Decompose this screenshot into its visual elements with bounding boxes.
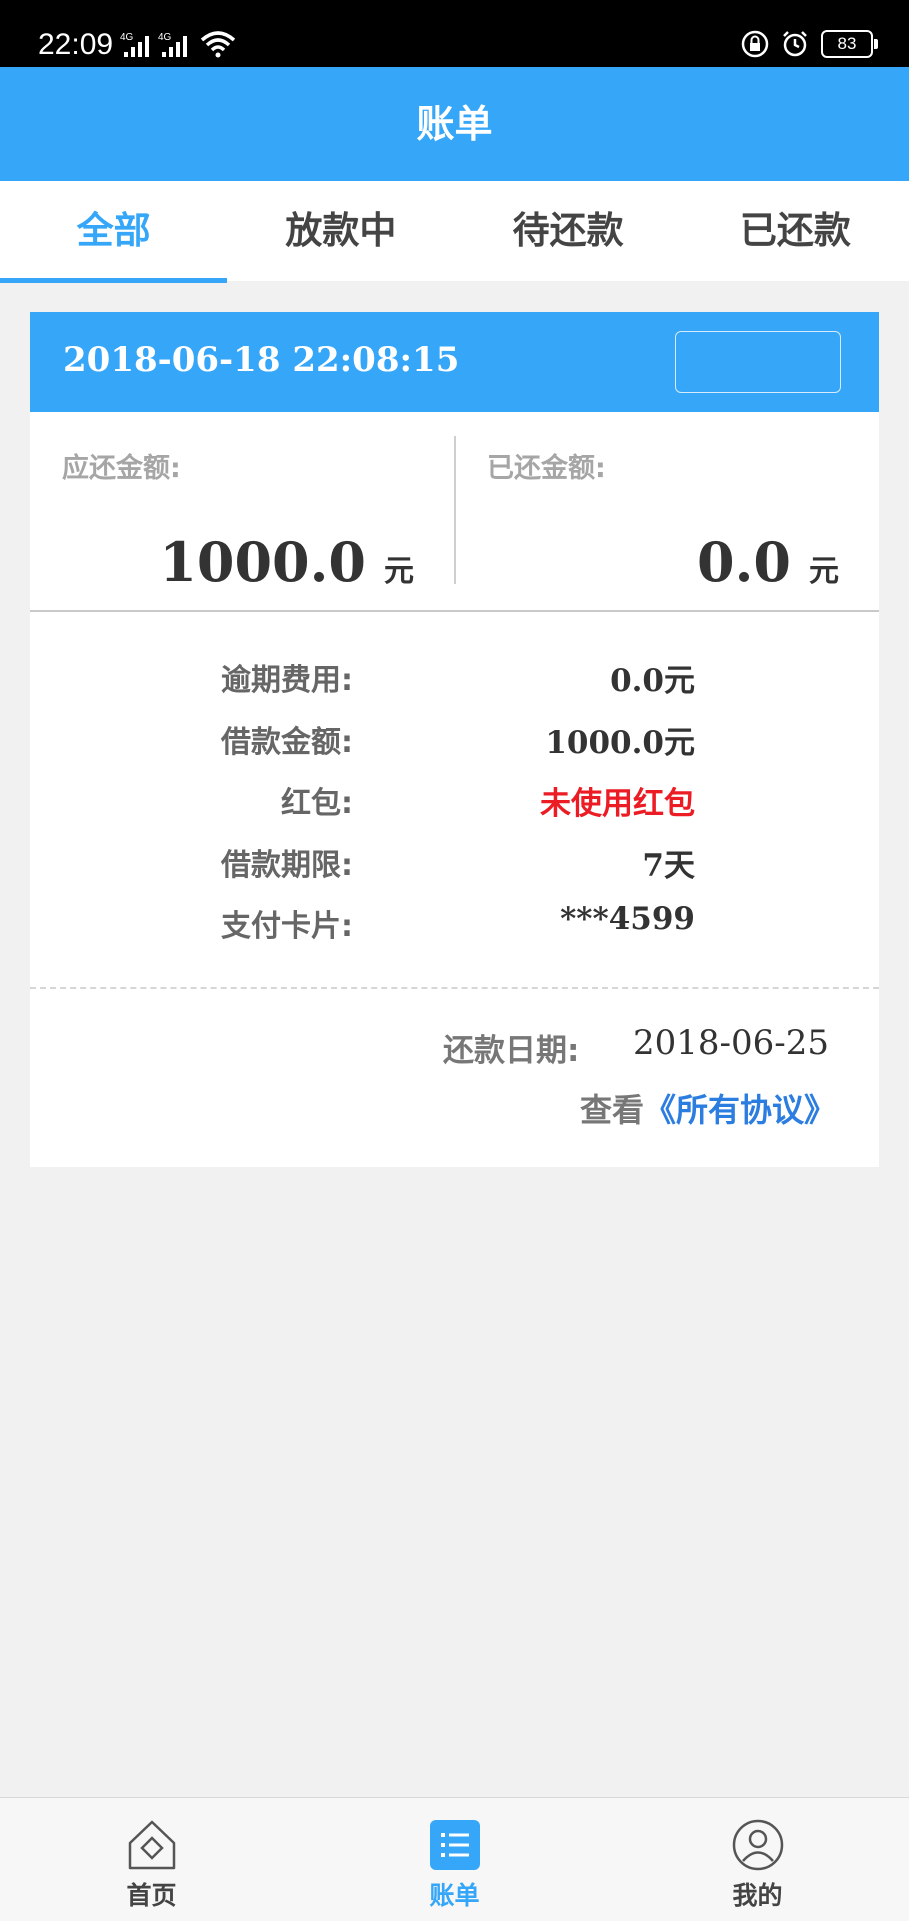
svg-text:4G: 4G [158, 32, 172, 43]
paid-amount-label: 已还金额: [487, 453, 606, 484]
wifi-icon [200, 31, 236, 58]
agreement-prefix: 查看 [579, 1091, 644, 1129]
nav-bill[interactable]: 账单 [303, 1798, 606, 1921]
due-amount-value: 1000.0 [159, 530, 366, 594]
alarm-icon [783, 31, 807, 57]
due-amount-block: 应还金额: 1000.0 元 [30, 412, 454, 610]
bill-datetime: 2018-06-18 22:08:15 [63, 340, 460, 380]
status-time: 22:09 [38, 28, 114, 61]
repay-date-label: 还款日期: [443, 1033, 580, 1069]
nav-mine-label: 我的 [732, 1881, 783, 1910]
bill-list-icon [429, 1820, 480, 1870]
bill-footer: 还款日期: 2018-06-25 查看《所有协议》 [30, 989, 879, 1167]
nav-bill-label: 账单 [429, 1881, 480, 1910]
detail-row-overdue-fee: 逾期费用: 0.0元 [30, 655, 879, 703]
home-icon [128, 1820, 175, 1870]
detail-value: 7天 [642, 848, 695, 884]
tab-lending[interactable]: 放款中 [227, 181, 454, 281]
agreement-line: 查看《所有协议》 [580, 1085, 836, 1131]
paid-amount-block: 已还金额: 0.0 元 [455, 412, 879, 610]
bottom-nav: 首页 账单 我的 [0, 1797, 909, 1921]
nav-mine[interactable]: 我的 [606, 1798, 909, 1921]
paid-amount-value: 0.0 [697, 530, 791, 594]
lock-rotation-icon [741, 30, 769, 58]
bill-action-button[interactable] [675, 331, 841, 393]
tab-repaid[interactable]: 已还款 [682, 181, 909, 281]
detail-row-loan-amount: 借款金额: 1000.0元 [30, 717, 879, 765]
battery-indicator: 83 [821, 30, 878, 58]
detail-label: 借款金额: [221, 725, 353, 760]
red-packet-status: 未使用红包 [540, 786, 695, 822]
due-amount-value-group: 1000.0 元 [159, 530, 414, 594]
svg-text:4G: 4G [120, 32, 134, 43]
paid-amount-value-group: 0.0 元 [697, 530, 839, 594]
status-bar: 22:09 4G 4G 83 [0, 0, 909, 67]
bill-card-header: 2018-06-18 22:08:15 [30, 312, 879, 412]
repay-date-value: 2018-06-25 [632, 1023, 829, 1063]
detail-value: ***4599 [560, 901, 695, 937]
bill-tabs: 全部 放款中 待还款 已还款 [0, 181, 909, 283]
detail-label: 红包: [281, 786, 353, 821]
nav-home-label: 首页 [126, 1881, 177, 1910]
tab-all[interactable]: 全部 [0, 181, 228, 283]
user-icon [732, 1819, 783, 1871]
amount-summary: 应还金额: 1000.0 元 已还金额: 0.0 元 [30, 412, 879, 612]
detail-row-loan-term: 借款期限: 7天 [30, 840, 879, 888]
due-amount-unit: 元 [384, 554, 414, 589]
nav-home[interactable]: 首页 [0, 1798, 303, 1921]
detail-row-red-packet: 红包: 未使用红包 [30, 778, 879, 826]
status-right-group: 83 [741, 30, 878, 58]
detail-row-payment-card: 支付卡片: ***4599 [30, 901, 879, 949]
page-title: 账单 [0, 67, 909, 181]
detail-label: 逾期费用: [221, 663, 353, 698]
due-amount-label: 应还金额: [62, 453, 181, 484]
signal-4g-icon-2: 4G [158, 32, 187, 57]
detail-value: 0.0元 [610, 663, 695, 699]
all-agreements-link[interactable]: 《所有协议》 [644, 1091, 836, 1129]
bill-card: 2018-06-18 22:08:15 应还金额: 1000.0 元 已还金额:… [30, 312, 879, 1167]
signal-4g-icon: 4G [120, 32, 149, 57]
tab-pending-repayment[interactable]: 待还款 [455, 181, 682, 281]
detail-label: 支付卡片: [221, 909, 353, 944]
bill-details: 逾期费用: 0.0元 借款金额: 1000.0元 红包: 未使用红包 借款期限:… [30, 612, 879, 989]
detail-value: 1000.0元 [545, 725, 695, 761]
detail-label: 借款期限: [221, 848, 353, 883]
paid-amount-unit: 元 [809, 554, 839, 589]
